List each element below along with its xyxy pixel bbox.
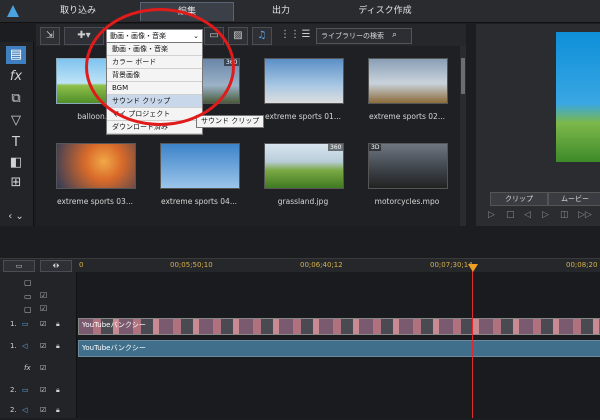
- 360-badge: 360: [328, 144, 344, 151]
- previous-frame-icon[interactable]: ◁: [524, 210, 531, 220]
- track-enable-checkbox[interactable]: ☑: [40, 342, 46, 350]
- audio-mixing-icon[interactable]: ⊞: [6, 174, 26, 192]
- library-item-label: extreme sports 01...: [265, 112, 341, 121]
- lock-icon[interactable]: 🔒︎: [56, 320, 60, 329]
- track-label: 1.: [10, 320, 17, 328]
- video-clip[interactable]: [78, 318, 600, 335]
- effect-track-header: fx ☑: [0, 364, 76, 378]
- list-view-icon[interactable]: ☰: [298, 27, 314, 43]
- playhead-handle[interactable]: [468, 264, 478, 272]
- preview-image: [556, 32, 600, 162]
- 3d-badge: 3D: [369, 144, 382, 151]
- track-settings-icon: ▢: [24, 305, 32, 314]
- track-enable-checkbox[interactable]: ☑: [40, 291, 47, 300]
- track-label: 1.: [10, 342, 17, 350]
- library-item-label: grassland.jpg: [277, 197, 329, 206]
- library-item-thumbnail[interactable]: [368, 58, 448, 104]
- track-enable-checkbox[interactable]: ☑: [40, 364, 46, 372]
- audio-track-icon: ◁: [22, 342, 28, 350]
- library-scrollbar-thumb[interactable]: [461, 58, 465, 94]
- clip-label: YouTubeバンクシー: [82, 344, 146, 352]
- chapter-icon: ▢: [24, 278, 32, 287]
- timecode-label: 00;06;40;12: [300, 261, 343, 269]
- title-room-icon[interactable]: T: [6, 134, 26, 152]
- library-item-label: extreme sports 03...: [57, 197, 133, 206]
- video-track-icon: ▭: [22, 320, 29, 328]
- video-track-2-header: 2. ▭ ☑ 🔒︎: [0, 386, 76, 400]
- media-room-icon[interactable]: ▤: [6, 46, 26, 64]
- subtitle-icon: ▭: [24, 292, 32, 301]
- grid-view-icon[interactable]: ⋮⋮: [280, 27, 300, 43]
- lock-icon[interactable]: 🔒︎: [56, 386, 60, 395]
- fit-timeline-button[interactable]: ⏴⏵: [40, 260, 72, 272]
- tab-import[interactable]: 取り込み: [38, 2, 118, 20]
- library-item-thumbnail[interactable]: [160, 143, 240, 189]
- next-frame-icon[interactable]: ▷: [542, 210, 549, 220]
- library-item-thumbnail[interactable]: [264, 58, 344, 104]
- room-toolbar: ▤ fx ⧉ ▽ T ◧ ⊞ ‹ ⌄: [0, 42, 34, 226]
- particle-room-icon[interactable]: ▽: [6, 112, 26, 130]
- app-logo-icon: [6, 3, 20, 17]
- movie-mode-button[interactable]: ムービー: [548, 192, 600, 206]
- lock-icon[interactable]: 🔒︎: [56, 406, 60, 415]
- tooltip: サウンド クリップ: [196, 115, 265, 128]
- timecode-label: 0: [79, 261, 84, 269]
- timecode-label: 00;08;20: [566, 261, 598, 269]
- audio-track-icon: ◁: [22, 406, 28, 414]
- track-enable-checkbox[interactable]: ☑: [40, 386, 46, 394]
- annotation-circle: [85, 8, 235, 126]
- collapse-arrow-icon[interactable]: ‹ ⌄: [6, 208, 26, 226]
- video-track-icon: ▭: [22, 386, 29, 394]
- playhead-line[interactable]: [472, 266, 473, 418]
- stop-icon[interactable]: □: [506, 210, 515, 220]
- library-item-label: extreme sports 02...: [369, 112, 445, 121]
- library-search-input[interactable]: ライブラリーの検索: [316, 28, 412, 44]
- tab-output[interactable]: 出力: [240, 2, 322, 20]
- import-media-button[interactable]: ⇲: [40, 27, 60, 45]
- library-item-thumbnail[interactable]: [56, 143, 136, 189]
- timecode-label: 00;07;30;14: [430, 261, 473, 269]
- tab-disc-authoring[interactable]: ディスク作成: [330, 2, 440, 20]
- track-label: 2.: [10, 386, 17, 394]
- audio-track-1-header: 1. ◁ ☑ 🔒︎: [0, 342, 76, 356]
- fx-icon: fx: [24, 364, 31, 372]
- clip-mode-button[interactable]: クリップ: [490, 192, 548, 206]
- search-icon[interactable]: ⌕: [392, 30, 397, 40]
- main-tab-bar: 取り込み 編集 出力 ディスク作成: [0, 0, 600, 23]
- clip-label: YouTubeバンクシー: [82, 321, 146, 329]
- transition-room-icon[interactable]: ◧: [6, 154, 26, 172]
- audio-clip[interactable]: [78, 340, 600, 357]
- timecode-label: 00;05;50;10: [170, 261, 213, 269]
- track-enable-checkbox[interactable]: ☑: [40, 320, 46, 328]
- play-icon[interactable]: ▷: [488, 210, 495, 220]
- view-audio-filter-button[interactable]: ♫: [252, 27, 272, 45]
- effects-room-icon[interactable]: fx: [6, 68, 26, 86]
- pip-room-icon[interactable]: ⧉: [6, 90, 26, 108]
- track-label: 2.: [10, 406, 17, 414]
- lock-icon[interactable]: 🔒︎: [56, 342, 60, 351]
- library-item-label: extreme sports 04...: [161, 197, 237, 206]
- snapshot-icon[interactable]: ◫: [560, 210, 569, 220]
- view-image-filter-button[interactable]: ▨: [228, 27, 248, 45]
- track-enable-checkbox[interactable]: ☑: [40, 406, 46, 414]
- video-track-1-header: 1. ▭ ☑ 🔒︎: [0, 320, 76, 334]
- timeline-view-button[interactable]: ▭: [3, 260, 35, 272]
- library-item-label: motorcycles.mpo: [374, 197, 440, 206]
- fast-forward-icon[interactable]: ▷▷: [578, 210, 592, 220]
- track-enable-checkbox[interactable]: ☑: [40, 304, 47, 313]
